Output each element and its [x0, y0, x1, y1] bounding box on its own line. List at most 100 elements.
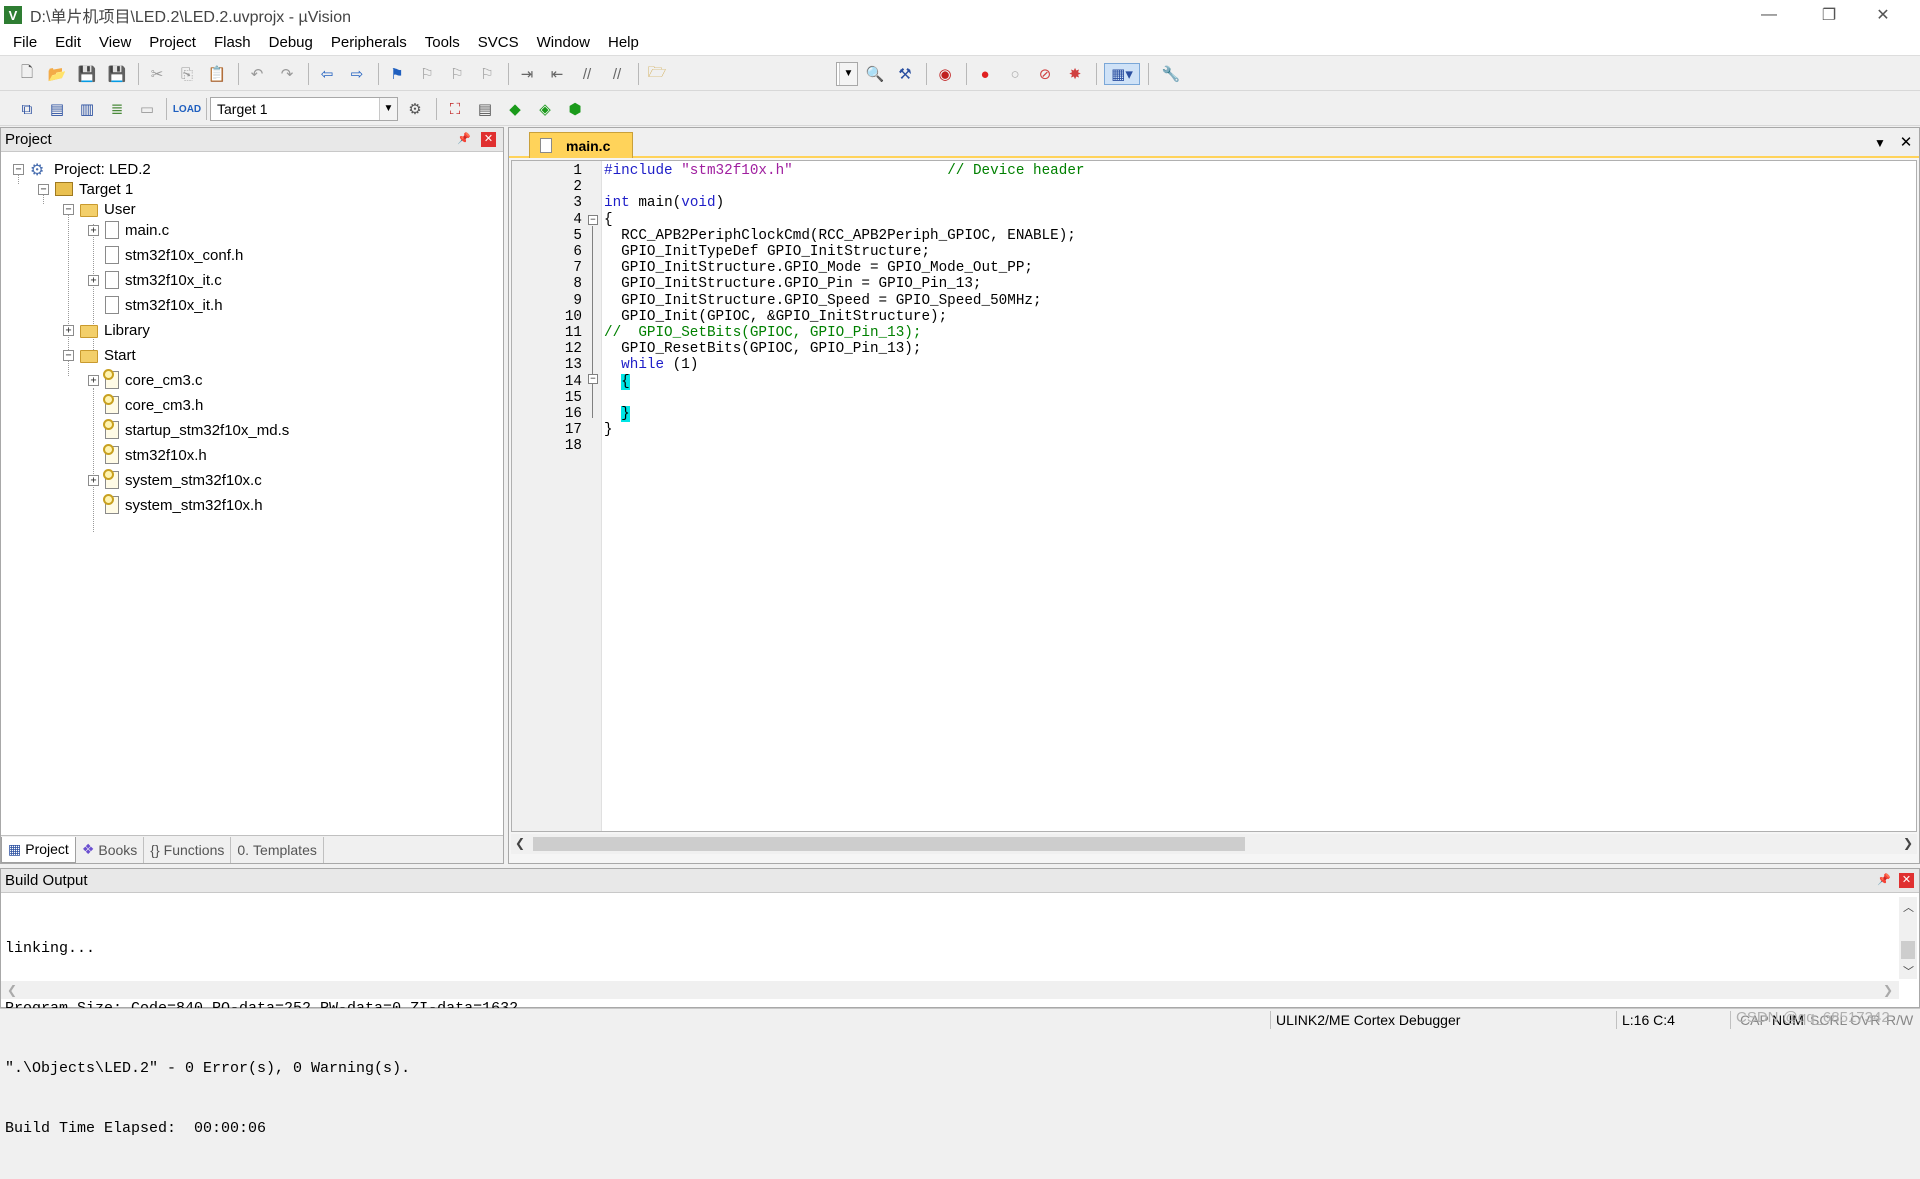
navigate-back-icon[interactable]: ⇦ — [316, 63, 338, 85]
redo-icon[interactable]: ↷ — [276, 63, 298, 85]
download-load-icon[interactable]: LOAD — [173, 98, 201, 120]
tree-item-file[interactable]: core_cm3.h — [88, 394, 203, 416]
tab-books[interactable]: ❖ Books — [76, 836, 145, 863]
find-replace-icon[interactable]: ⚒ — [894, 63, 916, 85]
select-packs-icon[interactable]: ◆ — [504, 98, 526, 120]
menu-help[interactable]: Help — [599, 31, 648, 55]
collapse-toggle[interactable]: − — [13, 163, 24, 175]
build-vertical-scrollbar[interactable]: ︿ ﹀ — [1899, 897, 1917, 979]
build-icon[interactable]: ▤ — [46, 98, 68, 120]
bookmark-next-icon[interactable]: ⚐ — [446, 63, 468, 85]
tree-item-target[interactable]: − Target 1 — [38, 178, 133, 200]
tab-templates[interactable]: 0. Templates — [231, 836, 324, 863]
tree-item-file[interactable]: stm32f10x_conf.h — [88, 244, 243, 266]
close-panel-icon[interactable]: ✕ — [481, 132, 496, 147]
scroll-thumb[interactable] — [1901, 941, 1915, 959]
navigate-forward-icon[interactable]: ⇨ — [346, 63, 368, 85]
tab-functions[interactable]: {} Functions — [144, 836, 232, 863]
scroll-right-icon[interactable]: ❯ — [1883, 983, 1893, 997]
tree-item-start-group[interactable]: − Start — [63, 344, 136, 366]
insert-breakpoint-icon[interactable]: ● — [974, 63, 996, 85]
editor-horizontal-scrollbar[interactable]: ❮ ❯ — [511, 834, 1917, 854]
bookmark-toggle-icon[interactable]: ⚑ — [386, 63, 408, 85]
undo-icon[interactable]: ↶ — [246, 63, 268, 85]
tree-item-file[interactable]: + core_cm3.c — [88, 369, 203, 391]
tree-item-file[interactable]: + system_stm32f10x.c — [88, 469, 262, 491]
collapse-toggle[interactable]: − — [63, 203, 74, 215]
indent-icon[interactable]: ⇥ — [516, 63, 538, 85]
tree-item-file[interactable]: startup_stm32f10x_md.s — [88, 419, 289, 441]
manage-components-icon[interactable]: ⛶ — [444, 98, 466, 120]
tab-main-c[interactable]: main.c — [529, 132, 633, 158]
stop-build-icon[interactable]: ▭ — [136, 98, 158, 120]
target-select[interactable]: Target 1 ▼ — [210, 97, 398, 121]
expand-toggle[interactable]: + — [88, 274, 99, 286]
menu-file[interactable]: File — [4, 31, 46, 55]
rebuild-icon[interactable]: ▥ — [76, 98, 98, 120]
scroll-right-icon[interactable]: ❯ — [1903, 836, 1913, 850]
file-extensions-icon[interactable]: ▤ — [474, 98, 496, 120]
expand-toggle[interactable]: + — [88, 224, 99, 236]
bookmark-clear-icon[interactable]: ⚐ — [476, 63, 498, 85]
save-icon[interactable]: 💾 — [76, 63, 98, 85]
run-time-environment-icon[interactable]: ⬢ — [564, 98, 586, 120]
close-window-button[interactable]: ✕ — [1860, 0, 1906, 30]
paste-icon[interactable]: 📋 — [206, 63, 228, 85]
collapse-toggle[interactable]: − — [63, 349, 74, 361]
menu-edit[interactable]: Edit — [46, 31, 90, 55]
tab-list-chevron-icon[interactable]: ▼ — [1873, 136, 1887, 150]
fold-toggle-icon[interactable]: − — [588, 374, 598, 384]
incremental-find-icon[interactable]: 🔍 — [864, 63, 886, 85]
tree-item-user-group[interactable]: − User — [63, 198, 136, 220]
kill-breakpoints-icon[interactable]: ✸ — [1064, 63, 1086, 85]
tree-item-file[interactable]: stm32f10x.h — [88, 444, 207, 466]
pack-installer-icon[interactable]: ◈ — [534, 98, 556, 120]
window-layout-icon[interactable]: ▦▾ — [1104, 63, 1140, 85]
menu-project[interactable]: Project — [140, 31, 205, 55]
restore-button[interactable]: ❐ — [1806, 0, 1852, 30]
tree-item-library-group[interactable]: + Library — [63, 319, 150, 341]
fold-toggle-icon[interactable]: − — [588, 215, 598, 225]
comment-icon[interactable]: // — [576, 63, 598, 85]
new-file-icon[interactable]: 🗋 — [16, 63, 38, 85]
menu-debug[interactable]: Debug — [260, 31, 322, 55]
cut-icon[interactable]: ✂ — [146, 63, 168, 85]
tree-item-file[interactable]: stm32f10x_it.h — [88, 294, 223, 316]
translate-icon[interactable]: ⧉ — [16, 98, 38, 120]
pin-icon[interactable]: 📌 — [1877, 873, 1891, 887]
expand-toggle[interactable]: + — [88, 374, 99, 386]
scroll-up-icon[interactable]: ︿ — [1903, 899, 1914, 915]
menu-window[interactable]: Window — [528, 31, 599, 55]
uncomment-icon[interactable]: // — [606, 63, 628, 85]
scroll-down-icon[interactable]: ﹀ — [1903, 963, 1914, 979]
tree-item-file[interactable]: + main.c — [88, 219, 169, 241]
close-tab-icon[interactable]: ✕ — [1899, 134, 1913, 151]
batch-build-icon[interactable]: ≣ — [106, 98, 128, 120]
save-all-icon[interactable]: 💾 — [106, 63, 128, 85]
find-combo-dropdown[interactable]: ▼ — [836, 62, 858, 86]
start-debug-icon[interactable]: ◉ — [934, 63, 956, 85]
menu-tools[interactable]: Tools — [416, 31, 469, 55]
pin-icon[interactable]: 📌 — [457, 132, 471, 146]
tab-project[interactable]: ▦ Project — [1, 836, 76, 863]
scroll-left-icon[interactable]: ❮ — [515, 836, 525, 850]
bookmark-prev-icon[interactable]: ⚐ — [416, 63, 438, 85]
copy-icon[interactable]: ⎘ — [176, 63, 198, 85]
scroll-thumb[interactable] — [533, 837, 1245, 851]
open-file-icon[interactable]: 📂 — [46, 63, 68, 85]
scroll-left-icon[interactable]: ❮ — [7, 983, 17, 997]
close-panel-icon[interactable]: ✕ — [1899, 873, 1914, 888]
expand-toggle[interactable]: + — [88, 474, 99, 486]
disable-breakpoints-icon[interactable]: ⊘ — [1034, 63, 1056, 85]
menu-view[interactable]: View — [90, 31, 140, 55]
options-for-target-icon[interactable]: ⚙ — [404, 98, 426, 120]
code-editor[interactable]: 1 2 3 4 5 6 7 8 9 10 11 12 13 14 15 16 17 18 #include "st… — [511, 160, 1917, 832]
tree-item-project[interactable]: − ⚙ Project: LED.2 — [13, 158, 151, 180]
minimize-button[interactable]: — — [1746, 0, 1792, 30]
tree-item-file[interactable]: system_stm32f10x.h — [88, 494, 263, 516]
menu-svcs[interactable]: SVCS — [469, 31, 528, 55]
collapse-toggle[interactable]: − — [38, 183, 49, 195]
menu-peripherals[interactable]: Peripherals — [322, 31, 416, 55]
configure-icon[interactable]: 🔧 — [1160, 63, 1182, 85]
unindent-icon[interactable]: ⇤ — [546, 63, 568, 85]
